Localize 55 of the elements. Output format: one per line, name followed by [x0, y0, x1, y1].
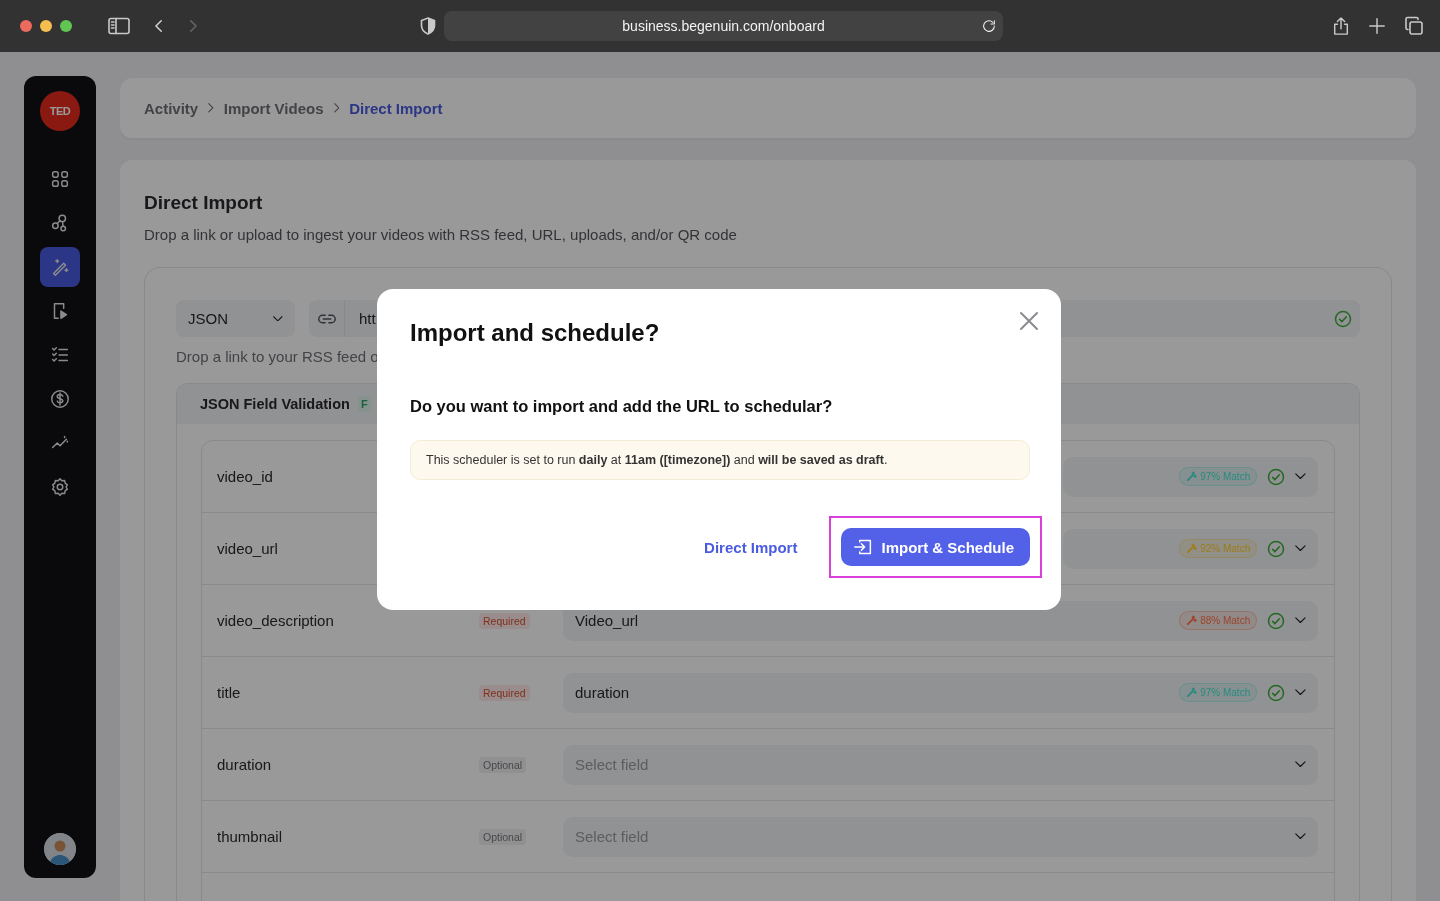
dialog-title: Import and schedule? — [410, 319, 661, 347]
close-window-button[interactable] — [20, 20, 32, 32]
address-bar[interactable]: business.begenuin.com/onboard — [444, 11, 1003, 41]
field-name: video_url — [217, 540, 279, 557]
chevron-icon — [208, 103, 214, 113]
page-subtitle: Drop a link or upload to ingest your videos with RSS feed, URL, uploads, and/or QR code — [144, 226, 738, 243]
tabs-overview-icon[interactable] — [1404, 16, 1424, 36]
chevron-icon — [1295, 689, 1306, 696]
page-title: Direct Import — [144, 192, 264, 214]
field-value: Video_url — [575, 612, 640, 629]
grid-icon — [49, 168, 71, 190]
minimize-window-button[interactable] — [40, 20, 52, 32]
chevron-icon — [1295, 833, 1306, 840]
close-button[interactable] — [1017, 309, 1041, 333]
chevron-icon — [333, 103, 340, 113]
field-name: video_description — [217, 612, 335, 629]
breadcrumb-link[interactable]: Direct Import — [349, 99, 443, 117]
required-tag: Required — [479, 612, 530, 629]
share-icon[interactable] — [1332, 16, 1350, 36]
shield-icon — [420, 17, 436, 35]
logo[interactable]: TED — [40, 91, 80, 131]
avatar[interactable] — [44, 833, 76, 865]
format-dropdown[interactable]: JSON — [176, 300, 295, 337]
chevron-icon — [1295, 545, 1306, 552]
direct-import-link[interactable]: Direct Import — [704, 538, 798, 556]
new-tab-icon[interactable] — [1368, 17, 1386, 35]
breadcrumb-link[interactable]: Activity — [144, 99, 199, 117]
status-badge: F — [357, 396, 371, 412]
dialog-question: Do you want to import and add the URL to schedular? — [410, 397, 834, 416]
zoom-window-button[interactable] — [60, 20, 72, 32]
field-mapping-dropdown[interactable]: duration 97% Match — [563, 672, 1318, 713]
schedule-notice: This scheduler is set to run daily at 11am ([timezone]) and will be saved as draft. — [410, 440, 1030, 480]
sidebar-toggle-icon[interactable] — [108, 17, 130, 35]
chevron-icon — [273, 315, 283, 322]
validation-title: JSON Field Validation — [200, 396, 350, 412]
reload-icon[interactable] — [981, 18, 997, 34]
url-text: business.begenuin.com/onboard — [622, 18, 825, 34]
import-schedule-button[interactable]: Import & Schedule — [841, 528, 1030, 566]
close-icon — [1017, 309, 1041, 333]
field-value: duration — [575, 684, 631, 701]
nav-item[interactable] — [40, 247, 80, 287]
field-name: title — [217, 684, 242, 701]
optional-tag: Optional — [479, 828, 527, 845]
chevron-icon — [1295, 617, 1306, 624]
chevron-icon — [1295, 761, 1306, 768]
chevron-icon — [1295, 473, 1306, 480]
field-name: video_id — [217, 468, 274, 485]
field-name: duration — [217, 756, 273, 773]
settings-icon — [49, 476, 71, 498]
breadcrumb-link[interactable]: Import Videos — [223, 99, 324, 117]
optional-tag: Optional — [479, 756, 527, 773]
dollar-icon — [49, 388, 71, 410]
import-icon — [853, 538, 874, 556]
required-tag: Required — [479, 684, 530, 701]
field-name: thumbnail — [217, 828, 284, 845]
